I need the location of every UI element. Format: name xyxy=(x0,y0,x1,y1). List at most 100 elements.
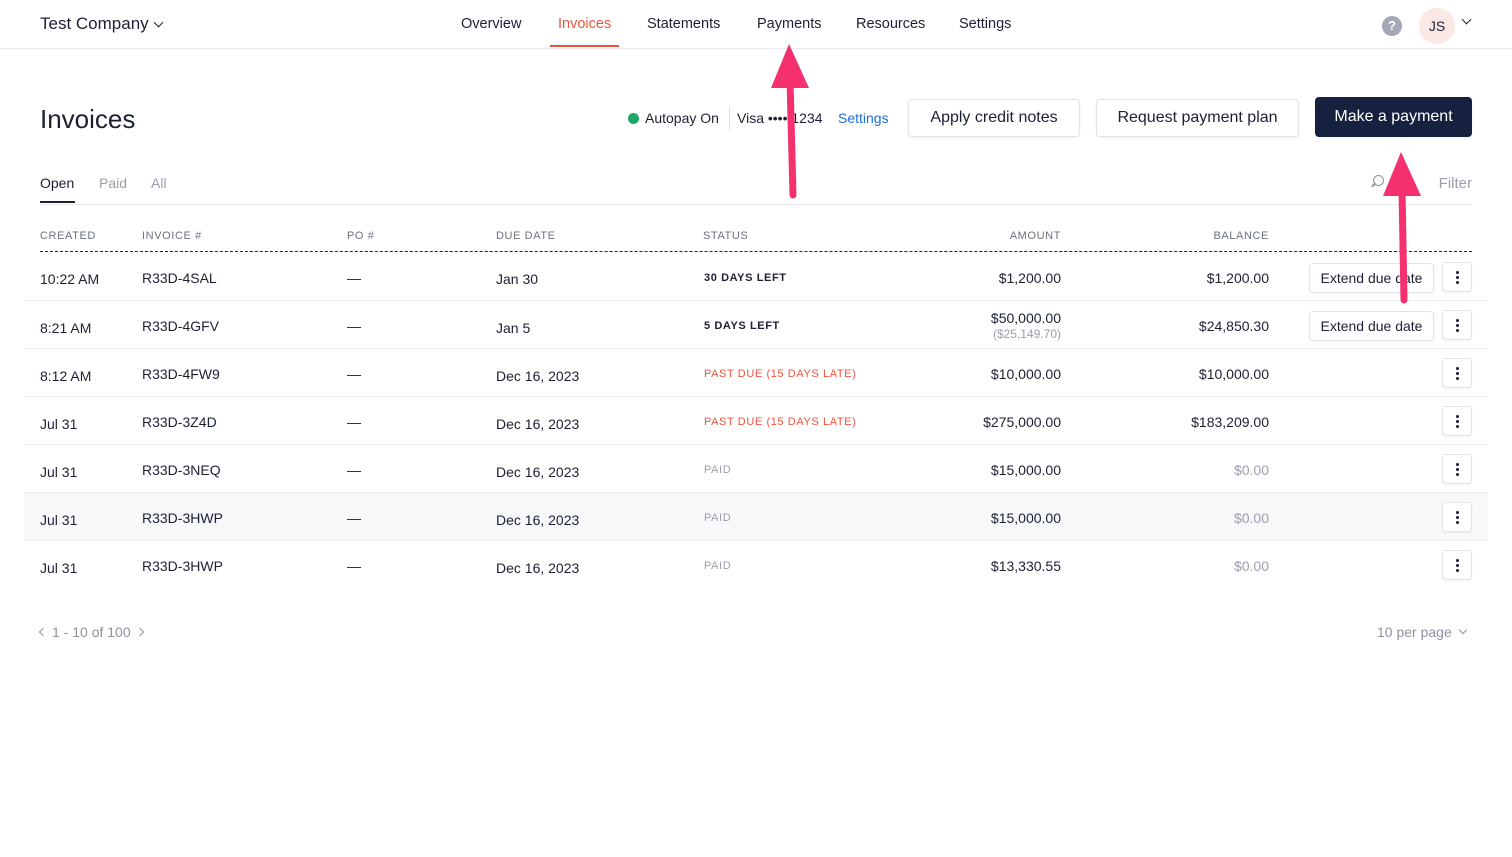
status-badge: PAID xyxy=(704,512,732,524)
chevron-down-icon[interactable] xyxy=(1461,14,1472,25)
status-badge: PAST DUE (15 DAYS LATE) xyxy=(704,368,857,380)
cell-po: — xyxy=(347,510,361,526)
nav-resources[interactable]: Resources xyxy=(856,16,925,32)
cell-amount: $1,200.00 xyxy=(998,270,1061,286)
table-row[interactable]: 8:21 AM R33D-4GFV — Jan 5 5 DAYS LEFT $5… xyxy=(24,301,1488,349)
kebab-menu-icon[interactable] xyxy=(1442,310,1472,340)
cell-invoice-number[interactable]: R33D-4SAL xyxy=(142,270,217,286)
column-header-created[interactable]: CREATED xyxy=(40,230,96,242)
table-row[interactable]: Jul 31 R33D-3NEQ — Dec 16, 2023 PAID $15… xyxy=(24,445,1488,493)
table-row[interactable]: 10:22 AM R33D-4SAL — Jan 30 30 DAYS LEFT… xyxy=(24,253,1488,301)
cell-balance: $0.00 xyxy=(1233,462,1269,478)
cell-due-date: Dec 16, 2023 xyxy=(496,368,580,384)
column-header-invoice[interactable]: INVOICE # xyxy=(142,230,202,242)
kebab-menu-icon[interactable] xyxy=(1442,358,1472,388)
cell-po: — xyxy=(347,318,361,334)
kebab-menu-icon[interactable] xyxy=(1442,502,1472,532)
cell-amount: $10,000.00 xyxy=(990,366,1061,382)
company-name: Test Company xyxy=(40,14,149,33)
chevron-right-icon[interactable] xyxy=(135,627,144,637)
search-icon xyxy=(1370,175,1384,189)
cell-invoice-number[interactable]: R33D-3Z4D xyxy=(142,414,217,430)
per-page-select[interactable]: 10 per page xyxy=(1377,624,1467,640)
payment-card-label: Visa •••• 1234 xyxy=(737,110,823,126)
cell-balance: $24,850.30 xyxy=(1198,318,1269,334)
filter-input[interactable] xyxy=(1392,170,1472,196)
cell-invoice-number[interactable]: R33D-3HWP xyxy=(142,558,223,574)
kebab-menu-icon[interactable] xyxy=(1442,550,1472,580)
make-payment-button[interactable]: Make a payment xyxy=(1315,97,1472,137)
page-title: Invoices xyxy=(40,104,136,134)
table-row[interactable]: Jul 31 R33D-3HWP — Dec 16, 2023 PAID $15… xyxy=(24,493,1488,541)
cell-created: 8:21 AM xyxy=(40,320,92,336)
extend-due-date-button[interactable]: Extend due date xyxy=(1309,263,1434,293)
apply-credit-notes-button[interactable]: Apply credit notes xyxy=(908,99,1080,137)
column-header-po[interactable]: PO # xyxy=(347,230,374,242)
table-header-divider xyxy=(40,251,1472,252)
chevron-down-icon xyxy=(153,17,164,27)
autopay-label: Autopay On xyxy=(645,110,719,126)
extend-due-date-button[interactable]: Extend due date xyxy=(1309,311,1434,341)
cell-balance: $1,200.00 xyxy=(1206,270,1269,286)
cell-invoice-number[interactable]: R33D-3HWP xyxy=(142,510,223,526)
chevron-left-icon[interactable] xyxy=(38,627,48,637)
cell-amount: $15,000.00 xyxy=(990,462,1061,478)
cell-created: 10:22 AM xyxy=(40,271,100,287)
table-row[interactable]: Jul 31 R33D-3HWP — Dec 16, 2023 PAID $13… xyxy=(24,541,1488,589)
cell-due-date: Dec 16, 2023 xyxy=(496,416,580,432)
nav-invoices[interactable]: Invoices xyxy=(558,16,611,32)
top-navigation-bar: Test Company Overview Invoices Statement… xyxy=(0,0,1512,49)
divider xyxy=(729,106,730,130)
nav-payments[interactable]: Payments xyxy=(757,16,821,32)
column-header-status[interactable]: STATUS xyxy=(703,230,748,242)
cell-po: — xyxy=(347,558,361,574)
cell-po: — xyxy=(347,414,361,430)
cell-po: — xyxy=(347,462,361,478)
status-badge: 5 DAYS LEFT xyxy=(704,320,780,332)
status-badge: PAST DUE (15 DAYS LATE) xyxy=(704,416,857,428)
request-payment-plan-button[interactable]: Request payment plan xyxy=(1096,99,1299,137)
cell-amount: $13,330.55 xyxy=(990,558,1061,574)
tab-open[interactable]: Open xyxy=(40,175,74,191)
cell-po: — xyxy=(347,366,361,382)
active-nav-indicator xyxy=(550,45,619,47)
cell-balance: $10,000.00 xyxy=(1198,366,1269,382)
column-header-balance[interactable]: BALANCE xyxy=(1169,230,1269,242)
user-avatar[interactable]: JS xyxy=(1419,8,1455,44)
column-header-amount[interactable]: AMOUNT xyxy=(961,230,1061,242)
cell-created: Jul 31 xyxy=(40,512,78,528)
help-icon[interactable]: ? xyxy=(1382,16,1402,36)
pagination-range: 1 - 10 of 100 xyxy=(52,624,131,640)
annotation-arrowhead-payments xyxy=(771,44,809,88)
cell-balance: $0.00 xyxy=(1233,510,1269,526)
cell-balance: $183,209.00 xyxy=(1191,414,1269,430)
table-row[interactable]: 8:12 AM R33D-4FW9 — Dec 16, 2023 PAST DU… xyxy=(24,349,1488,397)
kebab-menu-icon[interactable] xyxy=(1442,454,1472,484)
annotation-arrow-payments xyxy=(786,76,797,199)
company-switcher[interactable]: Test Company xyxy=(40,14,164,34)
cell-po: — xyxy=(347,270,361,286)
cell-amount: $50,000.00 xyxy=(990,310,1061,326)
cell-due-date: Dec 16, 2023 xyxy=(496,512,580,528)
cell-created: Jul 31 xyxy=(40,464,78,480)
kebab-menu-icon[interactable] xyxy=(1442,262,1472,292)
status-badge: PAID xyxy=(704,464,732,476)
cell-due-date: Dec 16, 2023 xyxy=(496,464,580,480)
nav-overview[interactable]: Overview xyxy=(461,16,521,32)
nav-statements[interactable]: Statements xyxy=(647,16,720,32)
cell-due-date: Jan 30 xyxy=(496,271,539,287)
column-header-due-date[interactable]: DUE DATE xyxy=(496,230,556,242)
kebab-menu-icon[interactable] xyxy=(1442,406,1472,436)
cell-invoice-number[interactable]: R33D-3NEQ xyxy=(142,462,221,478)
cell-invoice-number[interactable]: R33D-4FW9 xyxy=(142,366,220,382)
table-row[interactable]: Jul 31 R33D-3Z4D — Dec 16, 2023 PAST DUE… xyxy=(24,397,1488,445)
tab-paid[interactable]: Paid xyxy=(99,175,127,191)
nav-settings[interactable]: Settings xyxy=(959,16,1011,32)
pagination: 1 - 10 of 100 xyxy=(38,624,144,640)
tab-all[interactable]: All xyxy=(151,175,167,191)
chevron-down-icon xyxy=(1458,625,1467,635)
autopay-settings-link[interactable]: Settings xyxy=(838,110,889,126)
cell-invoice-number[interactable]: R33D-4GFV xyxy=(142,318,219,334)
per-page-label: 10 per page xyxy=(1377,624,1452,640)
cell-created: Jul 31 xyxy=(40,416,78,432)
